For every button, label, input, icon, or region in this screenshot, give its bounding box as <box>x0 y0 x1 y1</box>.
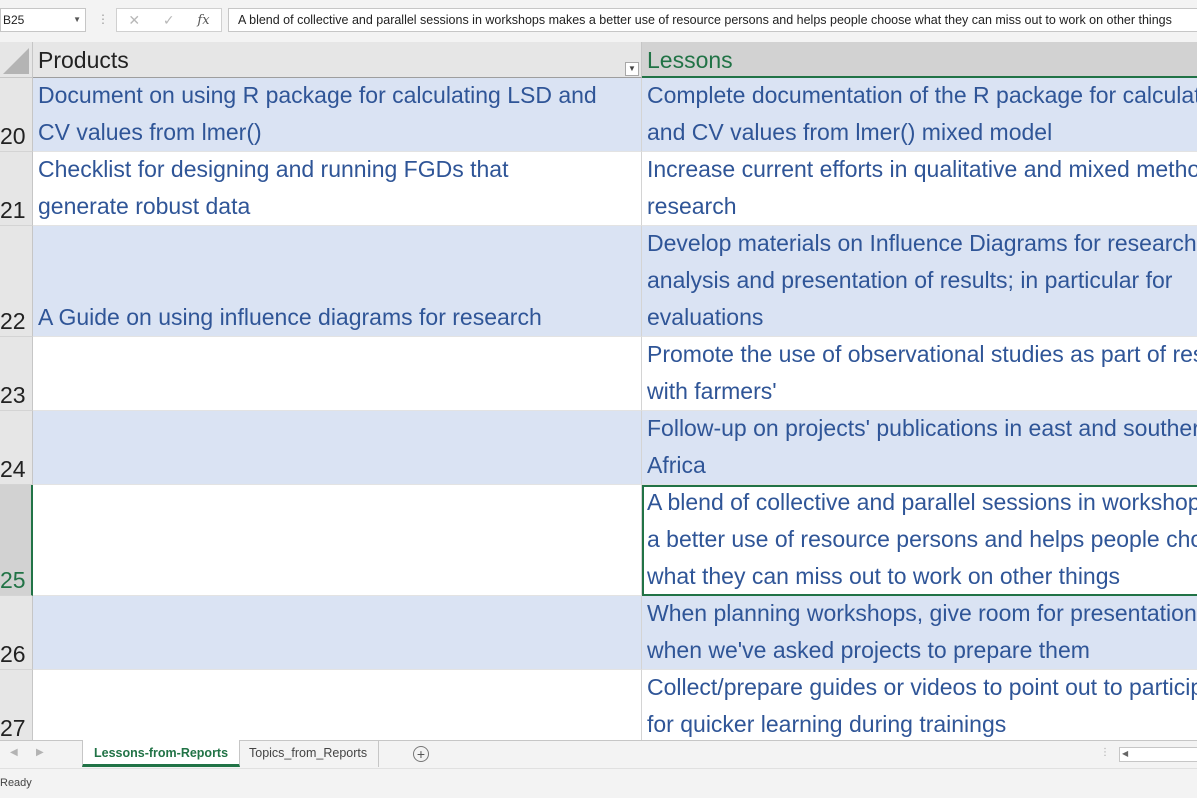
lessons-cell[interactable]: Follow-up on projects' publications in e… <box>642 411 1197 485</box>
lessons-cell[interactable]: Complete documentation of the R package … <box>642 78 1197 152</box>
table-row: 25 A blend of collective and parallel se… <box>0 485 1197 596</box>
lessons-cell[interactable]: Increase current efforts in qualitative … <box>642 152 1197 226</box>
formula-bar: B25 ▼ ⋮ ✕ ✓ fx A blend of collective and… <box>0 0 1197 43</box>
column-header-products[interactable]: Products ▼ <box>33 42 642 78</box>
cell-text: Collect/prepare guides or videos to poin… <box>647 674 1197 737</box>
cell-text: A Guide on using influence diagrams for … <box>38 304 542 330</box>
column-header-label: Products <box>38 47 129 73</box>
sheet-tabs-bar: ◀ ▶ Lessons-from-Reports Topics_from_Rep… <box>0 740 1197 768</box>
cell-text: Promote the use of observational studies… <box>647 341 1197 404</box>
products-cell[interactable]: A Guide on using influence diagrams for … <box>33 226 642 337</box>
row-number[interactable]: 25 <box>0 485 33 596</box>
select-all-triangle-icon <box>3 48 29 74</box>
formula-buttons: ✕ ✓ fx <box>116 8 222 32</box>
formula-input[interactable]: A blend of collective and parallel sessi… <box>228 8 1197 32</box>
name-box-value: B25 <box>3 13 25 27</box>
tab-lessons-from-reports[interactable]: Lessons-from-Reports <box>82 740 241 767</box>
cell-text: Increase current efforts in qualitative … <box>647 156 1197 219</box>
previous-sheet-icon[interactable]: ◀ <box>10 747 18 758</box>
select-all-button[interactable] <box>0 42 33 78</box>
cell-text: Checklist for designing and running FGDs… <box>38 156 509 219</box>
cancel-icon[interactable]: ✕ <box>128 12 140 29</box>
products-cell[interactable] <box>33 485 642 596</box>
products-cell[interactable]: Checklist for designing and running FGDs… <box>33 152 642 226</box>
products-cell[interactable]: Document on using R package for calculat… <box>33 78 642 152</box>
enter-icon[interactable]: ✓ <box>163 12 175 29</box>
more-options-icon: ⋮ <box>97 12 109 26</box>
products-cell[interactable] <box>33 337 642 411</box>
scroll-splitter-icon[interactable]: ⋮ <box>1100 747 1110 758</box>
name-box[interactable]: B25 ▼ <box>0 8 86 32</box>
selected-lessons-cell[interactable]: A blend of collective and parallel sessi… <box>642 485 1197 596</box>
scroll-left-icon[interactable]: ◀ <box>1122 749 1128 758</box>
row-number[interactable]: 23 <box>0 337 33 411</box>
lessons-cell[interactable]: When planning workshops, give room for p… <box>642 596 1197 670</box>
table-row: 26 When planning workshops, give room fo… <box>0 596 1197 670</box>
row-number[interactable]: 24 <box>0 411 33 485</box>
next-sheet-icon[interactable]: ▶ <box>36 747 44 758</box>
table-row: 22 A Guide on using influence diagrams f… <box>0 226 1197 337</box>
filter-dropdown-icon[interactable]: ▼ <box>625 62 639 76</box>
row-number[interactable]: 27 <box>0 670 33 740</box>
cell-text: Develop materials on Influence Diagrams … <box>647 230 1197 330</box>
worksheet-grid: Products ▼ Lessons 20 Document on using … <box>0 42 1197 740</box>
cell-text: Follow-up on projects' publications in e… <box>647 415 1197 478</box>
row-number[interactable]: 26 <box>0 596 33 670</box>
column-header-lessons[interactable]: Lessons <box>642 42 1197 78</box>
table-row: 24 Follow-up on projects' publications i… <box>0 411 1197 485</box>
status-text: Ready <box>0 777 32 789</box>
lessons-cell[interactable]: Promote the use of observational studies… <box>642 337 1197 411</box>
row-number[interactable]: 22 <box>0 226 33 337</box>
table-row: 23 Promote the use of observational stud… <box>0 337 1197 411</box>
products-cell[interactable] <box>33 596 642 670</box>
lessons-cell[interactable]: Develop materials on Influence Diagrams … <box>642 226 1197 337</box>
chevron-down-icon[interactable]: ▼ <box>73 9 81 31</box>
horizontal-scrollbar[interactable]: ◀ <box>1119 747 1197 762</box>
tab-topics-from-reports[interactable]: Topics_from_Reports <box>238 740 380 767</box>
cell-text: Document on using R package for calculat… <box>38 82 597 145</box>
cell-text: When planning workshops, give room for p… <box>647 600 1197 663</box>
add-sheet-icon[interactable]: + <box>413 746 429 762</box>
row-number[interactable]: 20 <box>0 78 33 152</box>
lessons-cell[interactable]: Collect/prepare guides or videos to poin… <box>642 670 1197 740</box>
status-bar: Ready <box>0 768 1197 798</box>
cell-text: Complete documentation of the R package … <box>647 82 1197 145</box>
column-header-label: Lessons <box>647 47 733 73</box>
table-row: 20 Document on using R package for calcu… <box>0 78 1197 152</box>
table-row: 21 Checklist for designing and running F… <box>0 152 1197 226</box>
products-cell[interactable] <box>33 670 642 740</box>
table-row: 27 Collect/prepare guides or videos to p… <box>0 670 1197 740</box>
insert-function-icon[interactable]: fx <box>197 13 209 28</box>
products-cell[interactable] <box>33 411 642 485</box>
row-number[interactable]: 21 <box>0 152 33 226</box>
cell-text: A blend of collective and parallel sessi… <box>647 489 1197 589</box>
